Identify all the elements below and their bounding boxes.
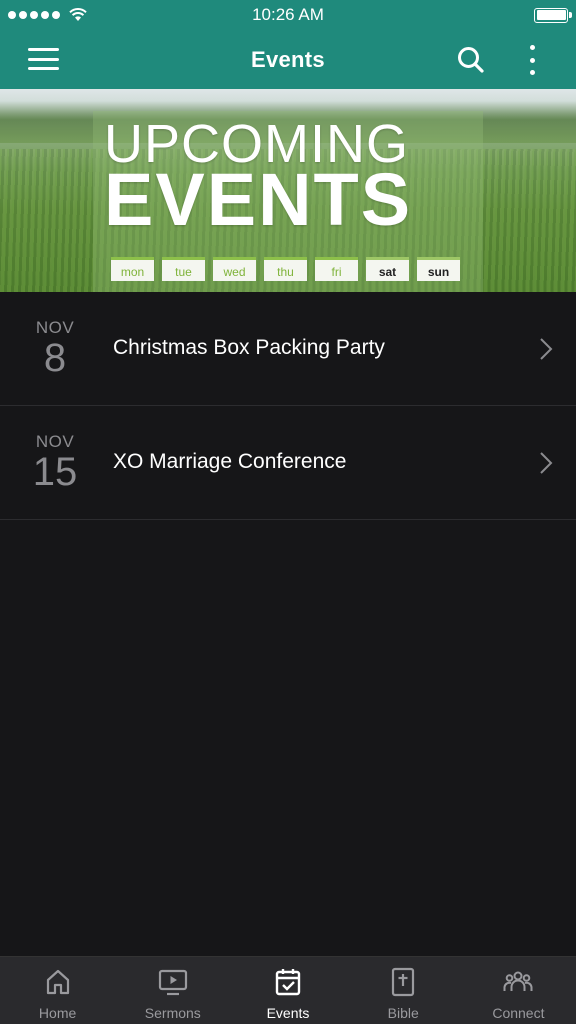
tab-bible[interactable]: Bible: [346, 957, 461, 1024]
wifi-icon: [69, 8, 87, 21]
tab-bar: Home Sermons Events Bible Connect: [0, 956, 576, 1024]
battery-icon: [534, 7, 572, 23]
chevron-right-icon: [540, 452, 553, 474]
tab-sermons[interactable]: Sermons: [115, 957, 230, 1024]
events-list: NOV 8 Christmas Box Packing Party NOV 15…: [0, 292, 576, 520]
event-month: NOV: [35, 432, 75, 451]
tab-label: Sermons: [144, 1005, 201, 1021]
calendar-check-icon: [275, 969, 301, 996]
day-tag: wed: [213, 257, 256, 281]
status-bar: 10:26 AM: [0, 0, 576, 30]
banner-line2: EVENTS: [104, 158, 413, 241]
bible-icon: [392, 967, 415, 997]
tab-label: Connect: [492, 1005, 545, 1021]
day-tag: thu: [264, 257, 307, 281]
search-icon[interactable]: [455, 44, 487, 76]
tab-events[interactable]: Events: [230, 957, 345, 1024]
tab-connect[interactable]: Connect: [461, 957, 576, 1024]
signal-icon: [8, 8, 87, 22]
event-row-christmas-box[interactable]: NOV 8 Christmas Box Packing Party: [0, 292, 576, 406]
day-tag: tue: [162, 257, 205, 281]
banner-days: mon tue wed thu fri sat sun: [111, 257, 460, 281]
tab-label: Events: [266, 1005, 310, 1021]
event-day: 15: [32, 450, 78, 494]
tab-label: Bible: [387, 1005, 419, 1021]
app-bar: Events: [0, 30, 576, 89]
event-row-xo-marriage[interactable]: NOV 15 XO Marriage Conference: [0, 406, 576, 520]
event-title: XO Marriage Conference: [113, 450, 347, 473]
tv-play-icon: [158, 969, 187, 996]
day-tag: fri: [315, 257, 358, 281]
day-tag: mon: [111, 257, 154, 281]
event-month: NOV: [35, 318, 75, 337]
day-tag: sun: [417, 257, 460, 281]
events-banner: UPCOMING EVENTS mon tue wed thu fri sat …: [0, 89, 576, 292]
event-title: Christmas Box Packing Party: [113, 336, 385, 359]
chevron-right-icon: [540, 338, 553, 360]
group-icon: [503, 971, 533, 991]
day-tag: sat: [366, 257, 409, 281]
tab-home[interactable]: Home: [0, 957, 115, 1024]
home-icon: [46, 969, 69, 995]
tab-label: Home: [38, 1005, 77, 1021]
page-title: Events: [251, 46, 325, 72]
more-options-icon[interactable]: [522, 43, 542, 77]
event-day: 8: [43, 336, 67, 380]
menu-button[interactable]: [28, 48, 59, 70]
